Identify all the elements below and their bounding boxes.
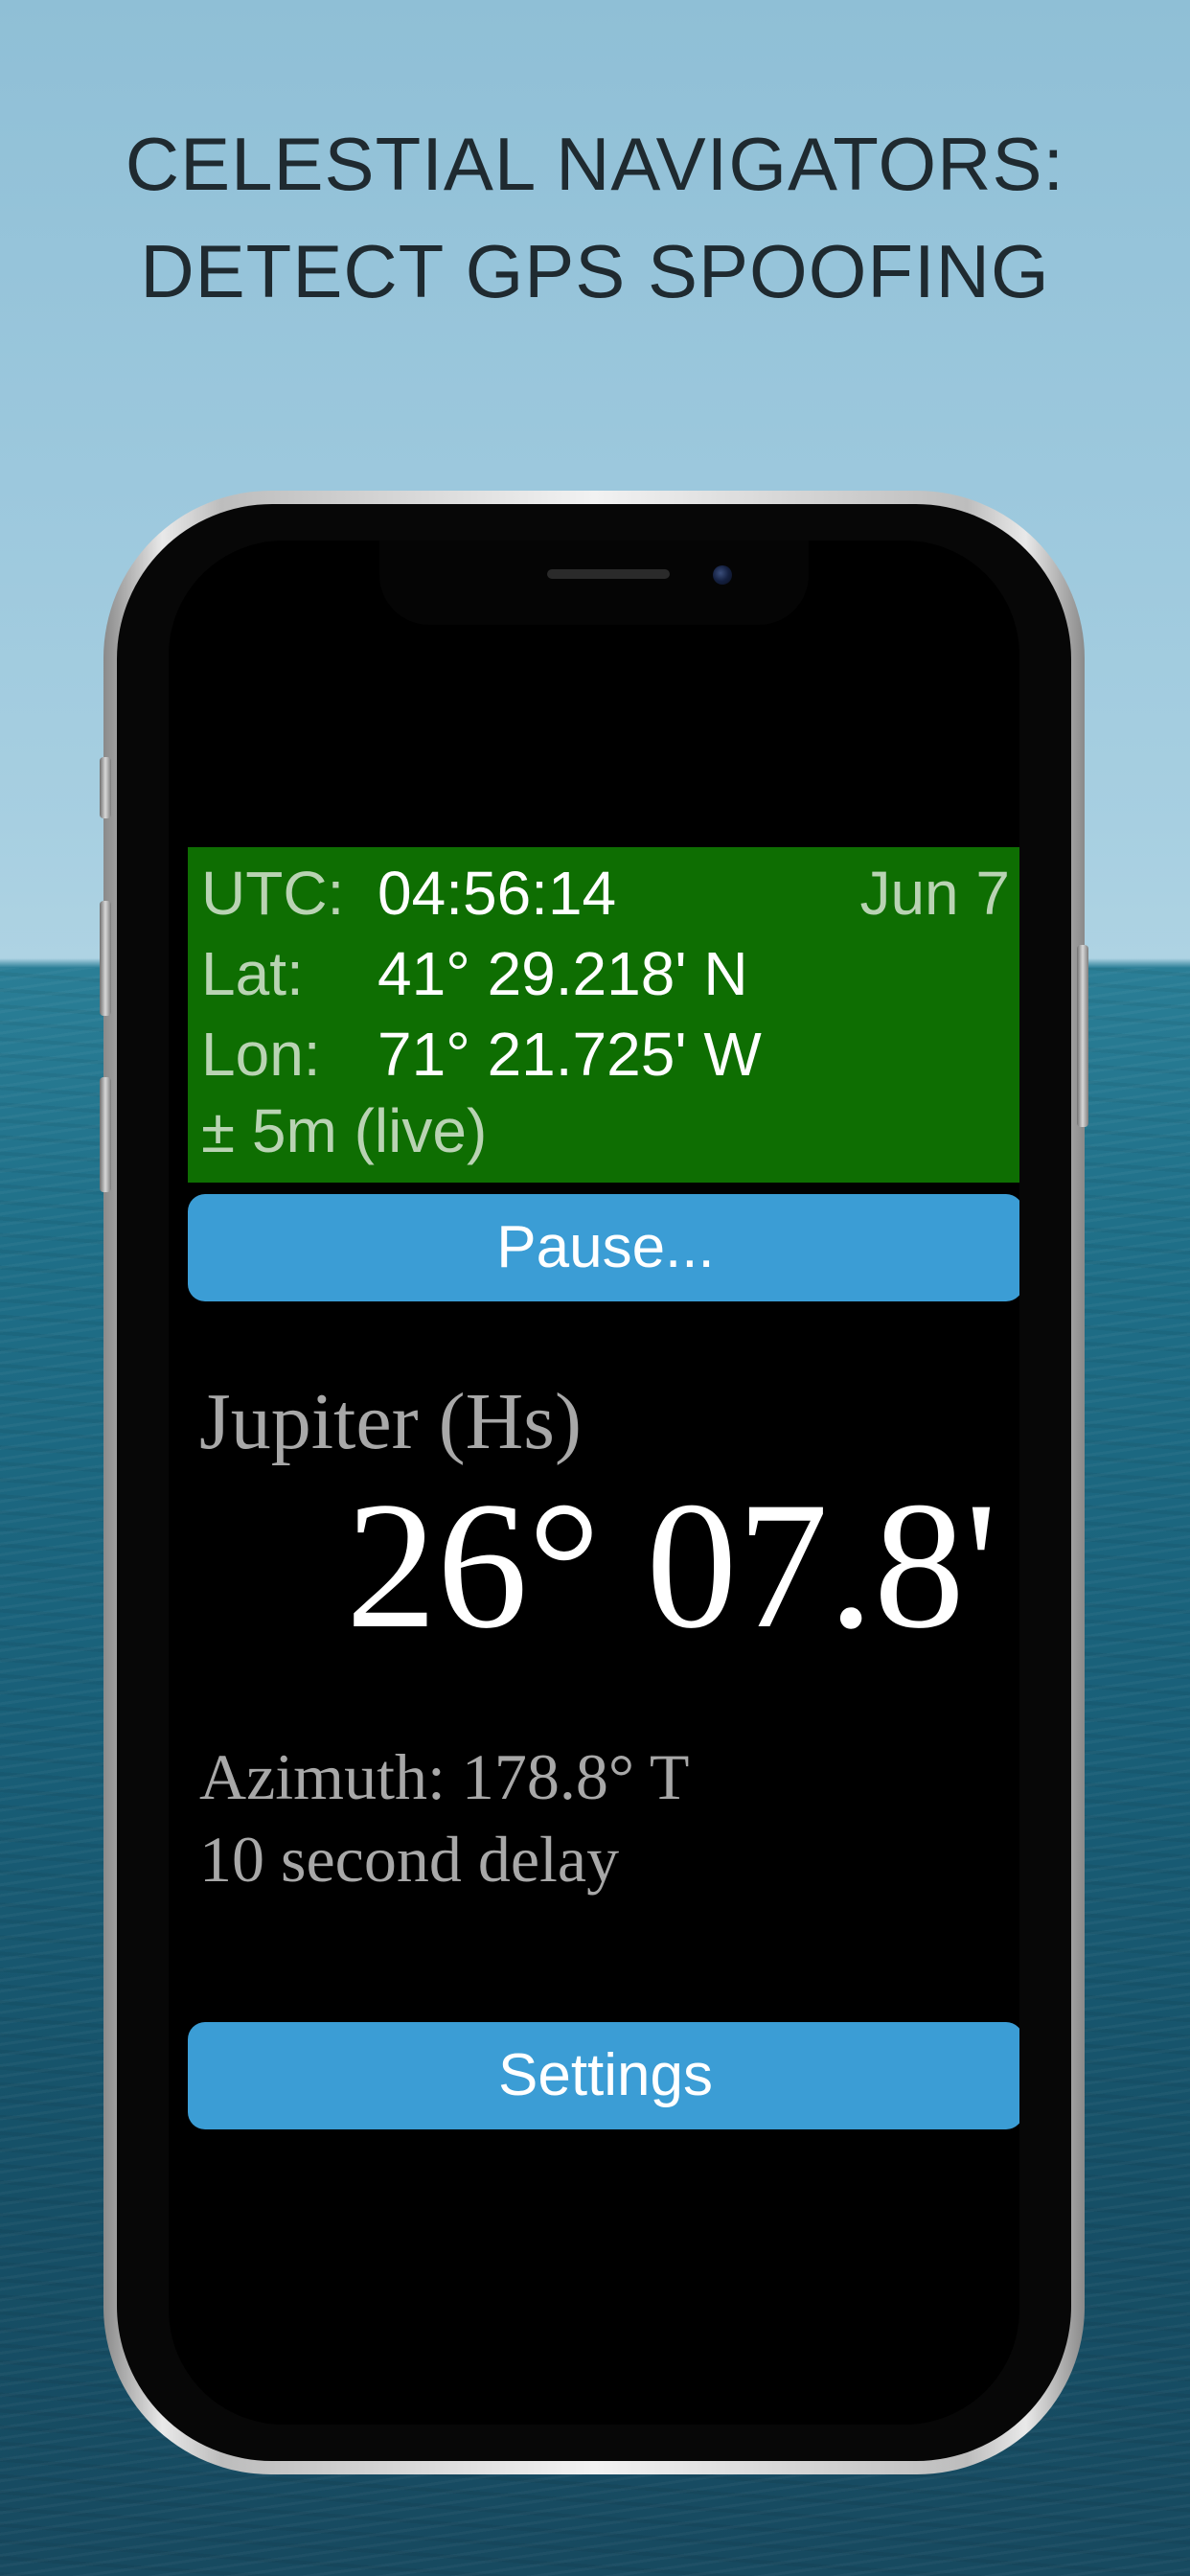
headline-line-1: CELESTIAL NAVIGATORS: bbox=[125, 122, 1065, 206]
delay-label: 10 second delay bbox=[199, 1823, 620, 1896]
phone-bezel: UTC: 04:56:14 Jun 7 Lat: 41° 29.218' N L… bbox=[117, 504, 1071, 2461]
notch bbox=[379, 540, 809, 625]
altitude-value: 26° 07.8' bbox=[345, 1465, 998, 1667]
speaker-grille bbox=[547, 569, 670, 579]
utc-value: 04:56:14 bbox=[378, 859, 617, 928]
lat-label: Lat: bbox=[201, 939, 304, 1008]
front-camera-icon bbox=[713, 565, 732, 585]
power-button bbox=[1077, 945, 1088, 1127]
lon-value: 71° 21.725' W bbox=[378, 1020, 762, 1089]
lon-label: Lon: bbox=[201, 1020, 321, 1089]
mute-switch bbox=[100, 757, 111, 818]
volume-down-button bbox=[100, 1077, 111, 1192]
celestial-body-name: Jupiter (Hs) bbox=[199, 1377, 582, 1466]
settings-button[interactable]: Settings bbox=[188, 2022, 1019, 2129]
phone-frame: UTC: 04:56:14 Jun 7 Lat: 41° 29.218' N L… bbox=[100, 491, 1088, 2474]
phone-screen: UTC: 04:56:14 Jun 7 Lat: 41° 29.218' N L… bbox=[169, 540, 1019, 2425]
date-label: Jun 7 bbox=[859, 859, 1010, 928]
promo-headline: CELESTIAL NAVIGATORS: DETECT GPS SPOOFIN… bbox=[0, 110, 1190, 325]
pause-button[interactable]: Pause... bbox=[188, 1194, 1019, 1301]
volume-up-button bbox=[100, 901, 111, 1016]
gps-status-panel: UTC: 04:56:14 Jun 7 Lat: 41° 29.218' N L… bbox=[188, 847, 1019, 1183]
lat-value: 41° 29.218' N bbox=[378, 939, 748, 1008]
utc-label: UTC: bbox=[201, 859, 345, 928]
azimuth-label: Azimuth: 178.8° T bbox=[199, 1740, 690, 1813]
accuracy-label: ± 5m (live) bbox=[201, 1096, 488, 1165]
headline-line-2: DETECT GPS SPOOFING bbox=[140, 229, 1050, 313]
